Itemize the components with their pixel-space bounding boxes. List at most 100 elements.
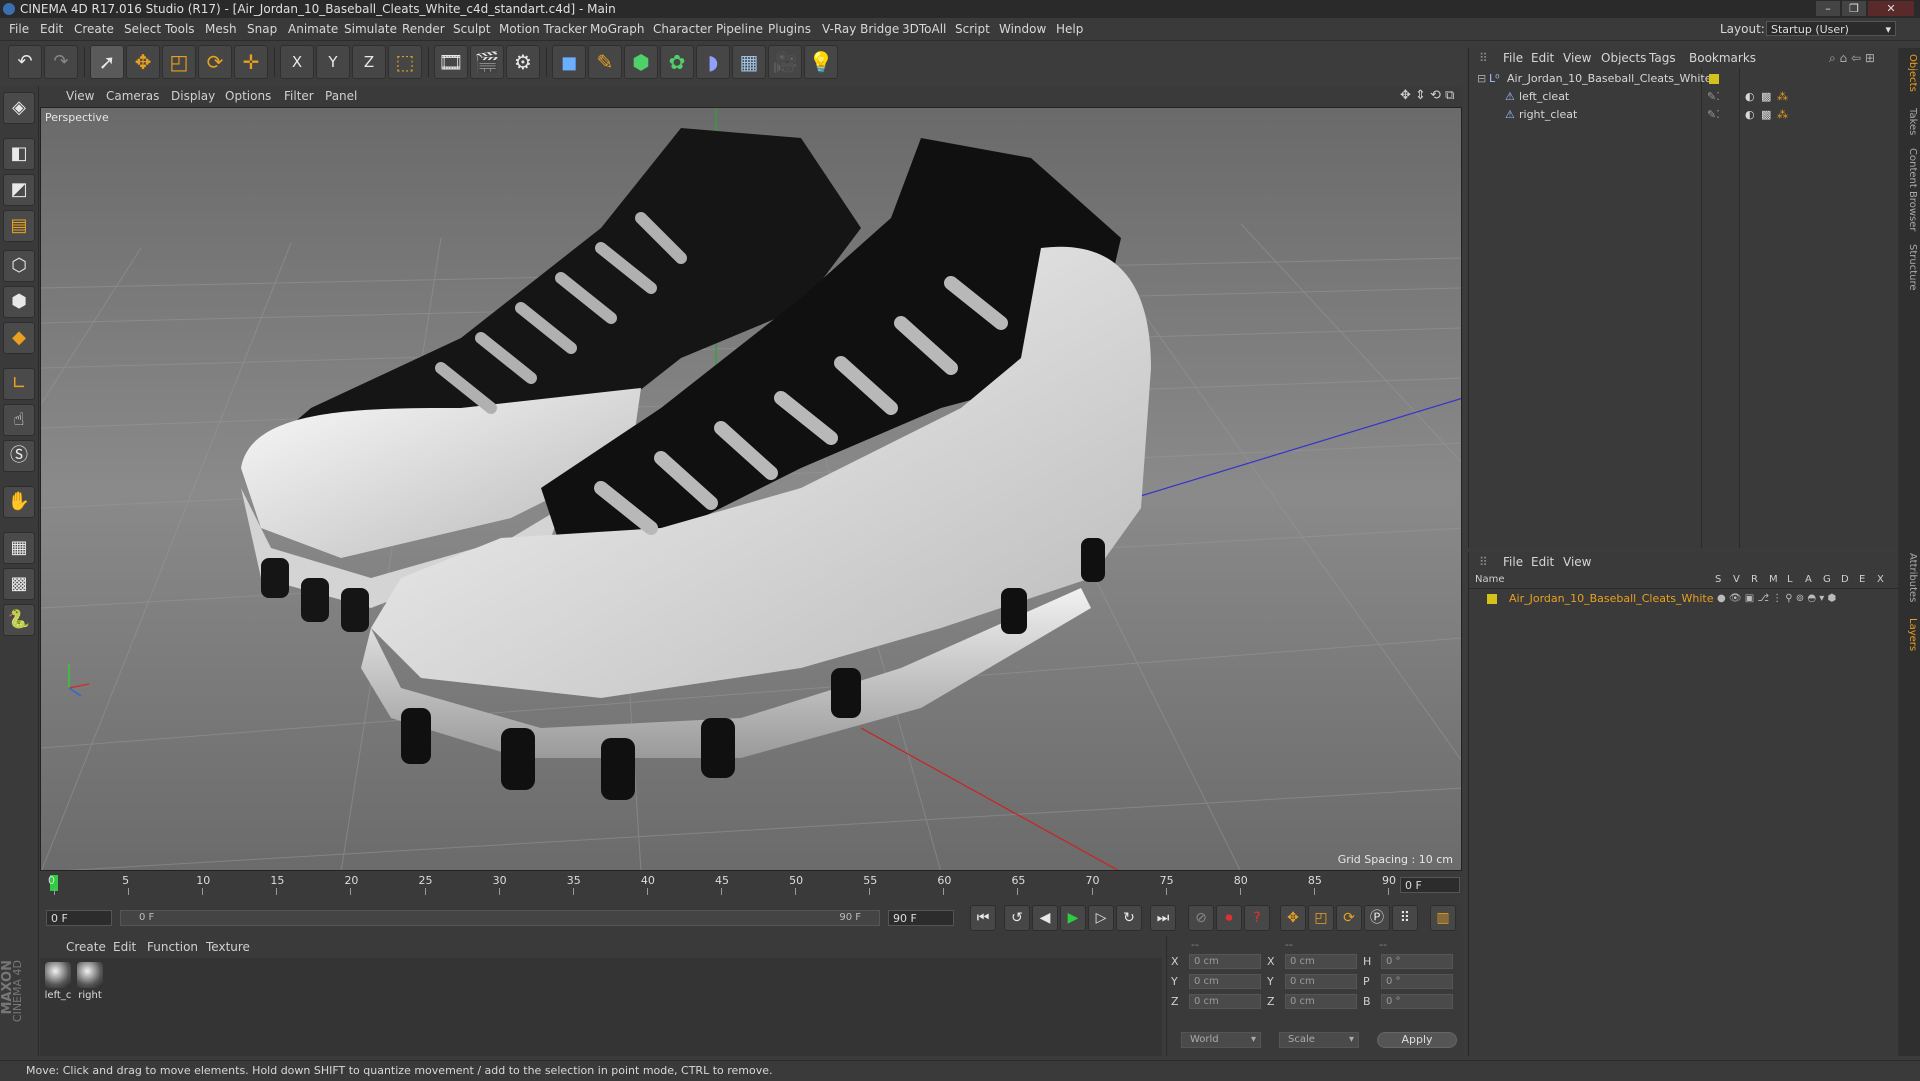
visibility-toggle-icon[interactable]: ✎⁚: [1707, 106, 1720, 124]
y-axis-lock-button[interactable]: Y: [316, 45, 350, 79]
viewport-navigation-icon[interactable]: ✥ ⇕ ⟲ ⧉: [1400, 86, 1454, 106]
autokey-icon[interactable]: ?: [1244, 905, 1270, 931]
menu-help[interactable]: Help: [1056, 18, 1083, 40]
menu-3dtoall[interactable]: 3DToAll: [902, 18, 946, 40]
material-swatch[interactable]: left_c: [44, 962, 72, 1001]
pen-spline-icon[interactable]: ✎: [588, 45, 622, 79]
object-menu-objects[interactable]: Objects: [1601, 48, 1646, 68]
x-axis-lock-button[interactable]: X: [280, 45, 314, 79]
material-menu-edit[interactable]: Edit: [113, 936, 136, 958]
go-to-start-icon[interactable]: ⏮: [970, 905, 996, 931]
layer-column-header[interactable]: A: [1805, 574, 1812, 585]
key-position-icon[interactable]: ✥: [1280, 905, 1306, 931]
floor-icon[interactable]: ▦: [732, 45, 766, 79]
cube-primitive-icon[interactable]: ◼: [552, 45, 586, 79]
maximize-button[interactable]: ❐: [1842, 1, 1866, 16]
coordinate-system-icon[interactable]: ⬚: [388, 45, 422, 79]
menu-pipeline[interactable]: Pipeline: [716, 18, 763, 40]
texture-tag-icon[interactable]: ⁂: [1777, 106, 1788, 124]
viewport-menu-options[interactable]: Options: [225, 86, 271, 106]
mograph-cloner-icon[interactable]: ✿: [660, 45, 694, 79]
previous-keyframe-icon[interactable]: ↺: [1004, 905, 1030, 931]
menu-mograph[interactable]: MoGraph: [590, 18, 645, 40]
close-button[interactable]: ✕: [1868, 1, 1914, 16]
workplane-icon[interactable]: ▤: [3, 210, 35, 242]
play-icon[interactable]: ▶: [1060, 905, 1086, 931]
layer-column-header[interactable]: M: [1769, 574, 1778, 585]
record-position-icon[interactable]: ⊘: [1188, 905, 1214, 931]
frame-range-slider[interactable]: 0 F 90 F: [120, 910, 880, 926]
layer-menu-view[interactable]: View: [1563, 552, 1591, 572]
menu-script[interactable]: Script: [955, 18, 990, 40]
timeline-ruler[interactable]: 0 5 10 15 20 25 30 35 40 45 50 55 60 65 70 75 80 85 90 0 F: [40, 873, 1462, 897]
tab-layers[interactable]: Layers: [1900, 618, 1918, 651]
layer-color-swatch[interactable]: [1487, 594, 1497, 604]
render-picture-viewer-icon[interactable]: 🎬: [470, 45, 504, 79]
menu-snap[interactable]: Snap: [247, 18, 277, 40]
timeline-window-icon[interactable]: ▥: [1430, 905, 1456, 931]
menu-vray-bridge[interactable]: V-Ray Bridge: [822, 18, 899, 40]
coord-value-field[interactable]: 0 cm: [1189, 974, 1261, 989]
layer-column-header[interactable]: V: [1733, 574, 1740, 585]
next-keyframe-icon[interactable]: ↻: [1116, 905, 1142, 931]
coord-value-field[interactable]: 0 cm: [1285, 954, 1357, 969]
material-menu-texture[interactable]: Texture: [206, 936, 250, 958]
material-swatch[interactable]: right: [76, 962, 104, 1001]
layer-column-header[interactable]: X: [1877, 574, 1884, 585]
coord-value-field[interactable]: 0 cm: [1189, 994, 1261, 1009]
menu-edit[interactable]: Edit: [40, 18, 63, 40]
material-menu-function[interactable]: Function: [147, 936, 198, 958]
workplane-lock-icon[interactable]: ▦: [3, 532, 35, 564]
next-frame-icon[interactable]: ▷: [1088, 905, 1114, 931]
viewport-menu-display[interactable]: Display: [171, 86, 215, 106]
viewport-menu-filter[interactable]: Filter: [284, 86, 314, 106]
viewport-menu-view[interactable]: View: [66, 86, 94, 106]
polygons-mode-icon[interactable]: ◆: [3, 322, 35, 354]
object-row-root[interactable]: ⊟ L⁰ Air_Jordan_10_Baseball_Cleats_White: [1469, 70, 1899, 88]
key-parameter-icon[interactable]: Ⓟ: [1364, 905, 1390, 931]
coord-value-field[interactable]: 0 °: [1381, 954, 1453, 969]
coord-value-field[interactable]: 0 cm: [1189, 954, 1261, 969]
light-icon[interactable]: 💡: [804, 45, 838, 79]
coord-value-field[interactable]: 0 °: [1381, 994, 1453, 1009]
menu-sculpt[interactable]: Sculpt: [453, 18, 490, 40]
menu-mesh[interactable]: Mesh: [205, 18, 237, 40]
menu-tools[interactable]: Tools: [165, 18, 195, 40]
menu-motion-tracker[interactable]: Motion Tracker: [499, 18, 587, 40]
material-menu-create[interactable]: Create: [66, 936, 106, 958]
tab-content-browser[interactable]: Content Browser: [1900, 148, 1918, 231]
collapse-toggle-icon[interactable]: ⊟: [1477, 70, 1486, 88]
visibility-toggle-icon[interactable]: ✎⁚: [1707, 88, 1720, 106]
make-editable-icon[interactable]: ◈: [3, 92, 35, 124]
apply-button[interactable]: Apply: [1377, 1032, 1457, 1048]
redo-icon[interactable]: ↷: [44, 45, 78, 79]
material-tag-icon[interactable]: ▩: [1761, 106, 1771, 124]
menu-file[interactable]: File: [9, 18, 29, 40]
layer-column-header[interactable]: L: [1787, 574, 1793, 585]
render-settings-icon[interactable]: ⚙: [506, 45, 540, 79]
viewport-menu-panel[interactable]: Panel: [325, 86, 357, 106]
texture-mode-icon[interactable]: ◩: [3, 174, 35, 206]
menu-create[interactable]: Create: [74, 18, 114, 40]
object-menu-view[interactable]: View: [1563, 48, 1591, 68]
object-row-left-cleat[interactable]: ⚠ left_cleat ✎⁚ ◐ ▩ ⁂: [1469, 88, 1899, 106]
menu-character[interactable]: Character: [653, 18, 712, 40]
minimize-button[interactable]: –: [1816, 1, 1840, 16]
phong-tag-icon[interactable]: ◐: [1745, 88, 1755, 106]
layer-column-header[interactable]: D: [1841, 574, 1849, 585]
go-to-end-icon[interactable]: ⏭: [1150, 905, 1176, 931]
select-pointer-icon[interactable]: ➚: [90, 45, 124, 79]
coordinate-system-dropdown[interactable]: World ▾: [1181, 1032, 1261, 1048]
texture-tag-icon[interactable]: ⁂: [1777, 88, 1788, 106]
undo-icon[interactable]: ↶: [8, 45, 42, 79]
coord-value-field[interactable]: 0 cm: [1285, 974, 1357, 989]
key-rotation-icon[interactable]: ⟳: [1336, 905, 1362, 931]
snap-icon[interactable]: Ⓢ: [3, 440, 35, 472]
layer-column-header[interactable]: E: [1859, 574, 1865, 585]
locked-workplane-icon[interactable]: ▩: [3, 568, 35, 600]
python-icon[interactable]: 🐍: [3, 604, 35, 636]
menu-animate[interactable]: Animate: [288, 18, 338, 40]
layer-row[interactable]: Air_Jordan_10_Baseball_Cleats_White ● 👁 …: [1469, 590, 1899, 608]
tab-structure[interactable]: Structure: [1900, 244, 1918, 291]
z-axis-lock-button[interactable]: Z: [352, 45, 386, 79]
